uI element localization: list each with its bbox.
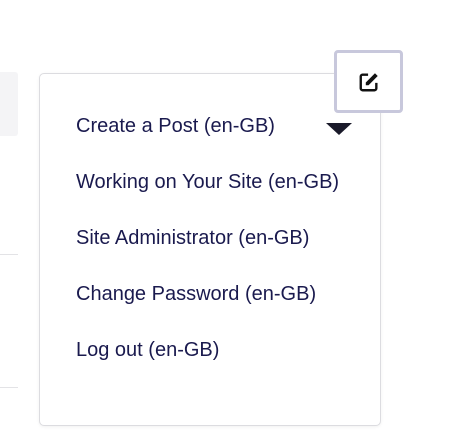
- menu-item-working-on-site[interactable]: Working on Your Site (en-GB): [76, 159, 360, 215]
- background-divider: [0, 254, 18, 255]
- menu-item-create-post[interactable]: Create a Post (en-GB): [76, 103, 360, 159]
- menu-list: Create a Post (en-GB) Working on Your Si…: [76, 103, 360, 383]
- menu-item-change-password[interactable]: Change Password (en-GB): [76, 271, 360, 327]
- user-menu-dropdown: Create a Post (en-GB) Working on Your Si…: [39, 73, 381, 426]
- background-panel: [0, 72, 18, 136]
- caret-down-icon: [326, 123, 352, 135]
- menu-item-log-out[interactable]: Log out (en-GB): [76, 327, 360, 383]
- edit-button[interactable]: [334, 50, 403, 113]
- menu-item-site-administrator[interactable]: Site Administrator (en-GB): [76, 215, 360, 271]
- edit-icon: [358, 71, 380, 93]
- background-divider: [0, 387, 18, 388]
